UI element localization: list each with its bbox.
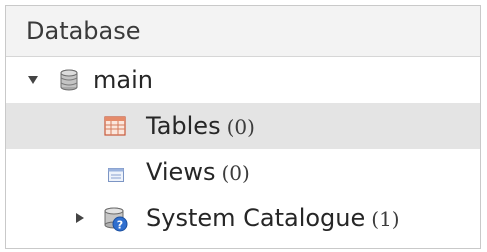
database-icon — [57, 68, 81, 92]
panel-header: Database — [6, 6, 480, 57]
expand-right-icon[interactable] — [73, 211, 87, 225]
tree-item-main-label: main — [93, 66, 153, 94]
system-catalogue-icon: ? — [102, 206, 128, 232]
tree-item-views-label: Views (0) — [146, 158, 250, 186]
expand-down-icon[interactable] — [26, 73, 40, 87]
view-icon — [107, 162, 125, 182]
tree-item-tables-label: Tables (0) — [146, 112, 255, 140]
panel-header-label: Database — [26, 17, 141, 45]
tree-item-system-catalogue-label: System Catalogue (1) — [146, 204, 400, 232]
tree-item-system-catalogue[interactable]: ? System Catalogue (1) — [6, 195, 480, 241]
system-catalogue-count: (1) — [371, 207, 400, 231]
database-panel: Database main Tables (0) Views (0) ? Sys… — [5, 5, 481, 249]
tables-count: (0) — [226, 115, 255, 139]
tree-item-tables[interactable]: Tables (0) — [6, 103, 480, 149]
tree-item-main[interactable]: main — [6, 57, 480, 103]
tree-item-views[interactable]: Views (0) — [6, 149, 480, 195]
views-count: (0) — [221, 161, 250, 185]
svg-text:?: ? — [117, 219, 123, 232]
table-icon — [103, 114, 127, 138]
